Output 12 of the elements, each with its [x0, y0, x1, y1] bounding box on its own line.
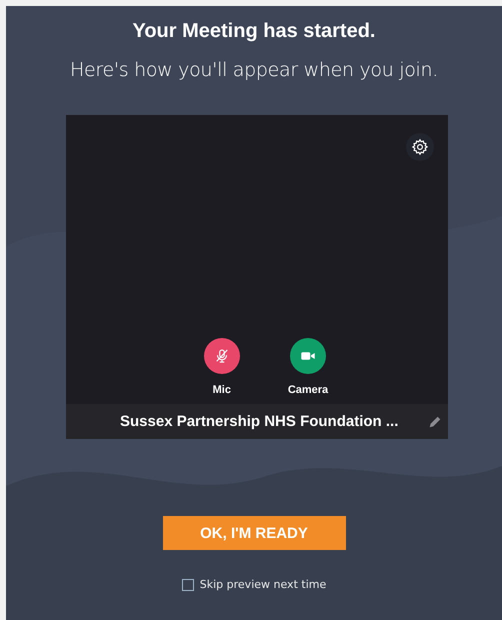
heading: Your Meeting has started.: [132, 20, 376, 43]
checkbox[interactable]: [182, 578, 194, 590]
mic-button[interactable]: [204, 338, 240, 374]
display-name: Sussex Partnership NHS Foundation ...: [120, 413, 398, 430]
settings-icon[interactable]: [406, 133, 434, 161]
checkbox-label: Skip preview next time: [200, 578, 326, 591]
control-label: Camera: [288, 384, 328, 396]
camera-button[interactable]: [290, 338, 326, 374]
pencil-icon[interactable]: [428, 414, 442, 428]
ready-button[interactable]: OK, I'M READY: [162, 516, 346, 550]
subheading: Here's how you'll appear when you join.: [70, 59, 438, 81]
control-label: Mic: [212, 384, 231, 396]
